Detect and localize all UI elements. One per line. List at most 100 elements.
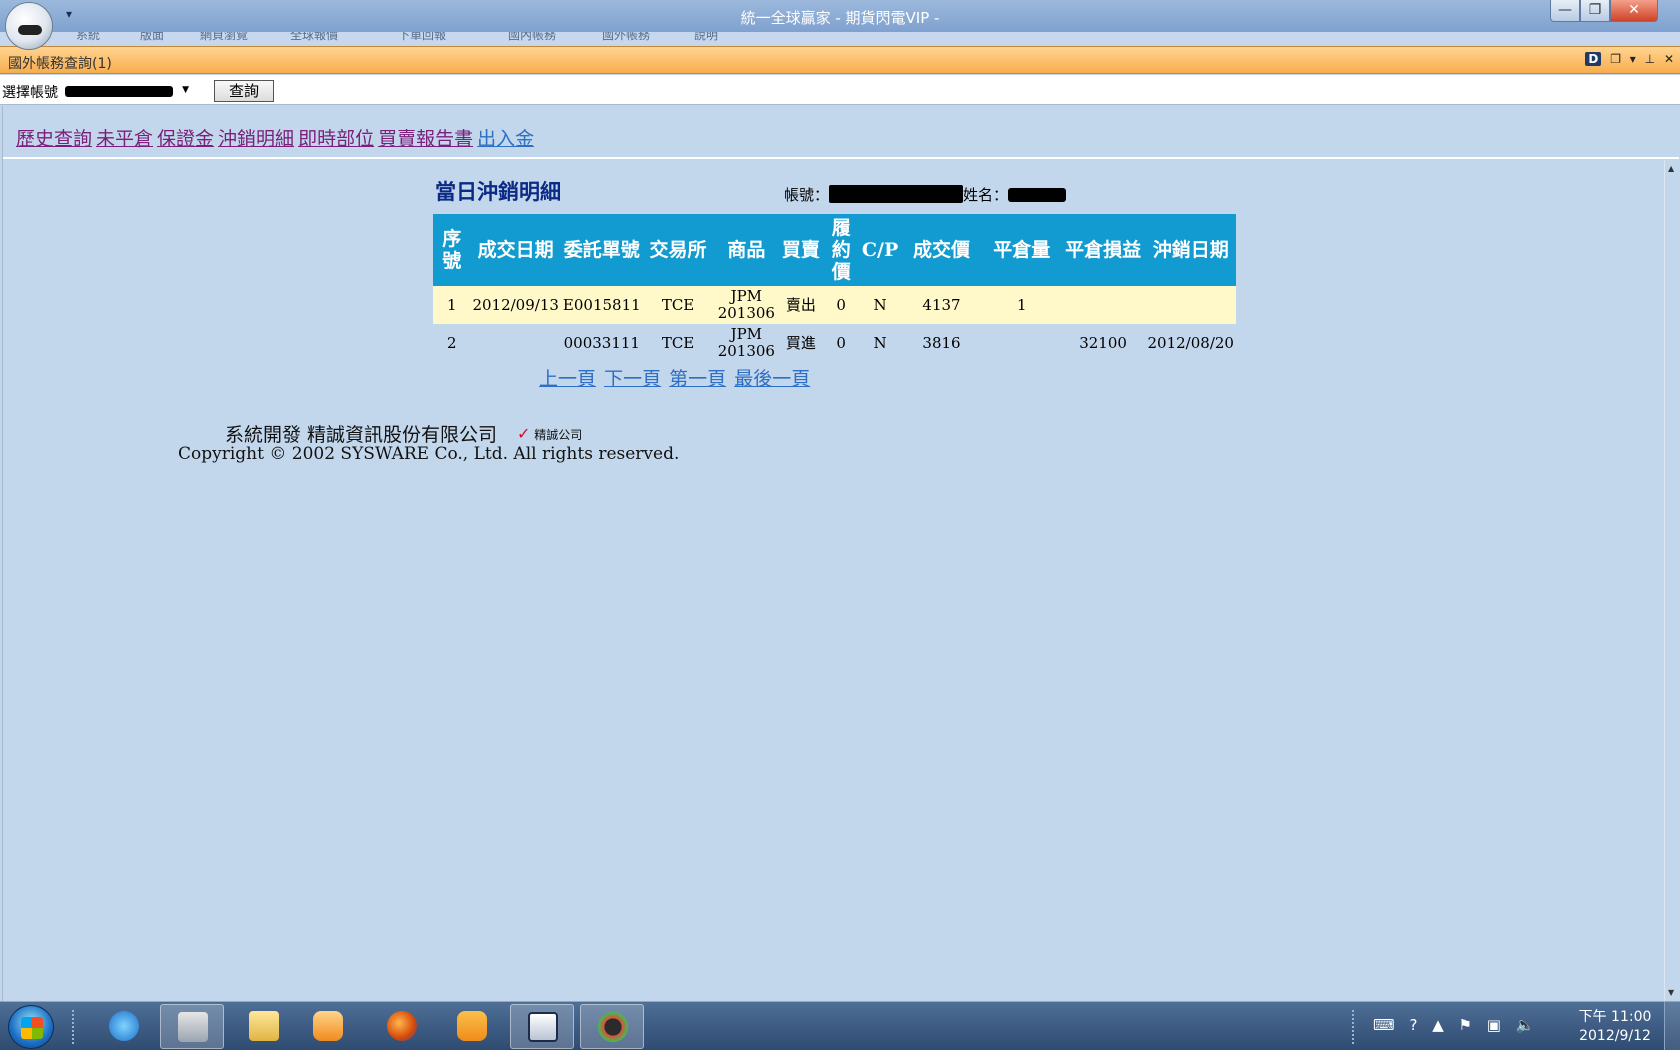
clock-time: 下午 11:00	[1578, 1009, 1652, 1025]
cell-close-qty	[983, 324, 1061, 362]
app-menu-orb-icon[interactable]	[5, 2, 53, 50]
col-header-exchange: 交易所	[642, 214, 714, 286]
nav-deposit-withdraw-link[interactable]: 出入金	[477, 128, 534, 150]
chat-app-icon	[457, 1011, 487, 1041]
scroll-down-icon[interactable]: ▼	[1668, 988, 1674, 997]
taskbar: ⌨ ? ▲ ⚑ ▣ 🔈 下午 11:00 2012/9/12	[0, 1001, 1680, 1050]
cell-order-no: E0015811	[560, 286, 643, 324]
windows-logo-icon	[21, 1017, 43, 1039]
ribbon-tab-domestic-account[interactable]: 國內帳務	[508, 32, 556, 43]
footer-developer: 系統開發 精誠資訊股份有限公司	[225, 424, 498, 446]
cell-cp: N	[873, 333, 887, 352]
quick-access-dropdown-icon[interactable]: ▾	[66, 7, 72, 21]
nav-realtime-position-link[interactable]: 即時部位	[298, 128, 374, 150]
taskbar-chat-app[interactable]	[440, 1004, 504, 1049]
col-header-price: 成交價	[900, 214, 983, 286]
dock-icon[interactable]: D	[1585, 52, 1602, 66]
col-header-seq: 序號	[433, 214, 471, 286]
network-icon[interactable]: ▣	[1487, 1016, 1501, 1034]
taskbar-indicator-app[interactable]	[580, 1004, 644, 1049]
pin-icon[interactable]: ⊥	[1645, 52, 1655, 66]
start-button[interactable]	[8, 1005, 54, 1049]
account-select-label: 選擇帳號	[2, 85, 58, 101]
col-header-order-no: 委託單號	[560, 214, 643, 286]
cell-pnl	[1060, 286, 1146, 324]
cell-buy-sell: 買進	[785, 333, 816, 352]
query-button[interactable]: 查詢	[214, 80, 274, 102]
taskbar-vip-app[interactable]	[510, 1004, 574, 1049]
taskbar-ie[interactable]	[92, 1004, 156, 1049]
taskbar-media-player[interactable]	[296, 1004, 360, 1049]
cell-strike: 0	[822, 286, 860, 324]
account-label: 帳號：	[784, 186, 830, 204]
minimize-button[interactable]: —	[1550, 0, 1580, 22]
folder-icon	[249, 1011, 279, 1041]
float-window-icon[interactable]: ❐	[1610, 52, 1621, 66]
table-row: 1 2012/09/13 E0015811 TCE JPM 201306 賣出 …	[433, 286, 1236, 324]
redacted-account	[65, 86, 173, 97]
nav-margin-link[interactable]: 保證金	[157, 128, 214, 150]
content-frame: 歷史查詢 未平倉 保證金 沖銷明細 即時部位 買賣報告書 出入金 ▲ ▼ 當日沖銷明細 帳號…	[2, 106, 1679, 1001]
nav-history-link[interactable]: 歷史查詢	[16, 128, 92, 150]
taskbar-clock[interactable]: 下午 11:00 2012/9/12	[1572, 1008, 1658, 1046]
tray-expand-icon[interactable]: ▲	[1432, 1016, 1444, 1034]
panel-close-icon[interactable]: ✕	[1664, 52, 1674, 66]
pager-first-link[interactable]: 第一頁	[669, 368, 726, 390]
ribbon-tab-foreign-account[interactable]: 國外帳務	[602, 32, 650, 43]
vertical-scrollbar[interactable]: ▲ ▼	[1664, 160, 1679, 1001]
window-title: 統一全球贏家 - 期貨閃電VIP -	[740, 9, 940, 27]
pager-next-link[interactable]: 下一頁	[604, 368, 661, 390]
keyboard-icon[interactable]: ⌨	[1373, 1016, 1395, 1034]
close-button[interactable]: ✕	[1610, 0, 1658, 22]
action-center-flag-icon[interactable]: ⚑	[1459, 1016, 1472, 1034]
ribbon-tab-layout[interactable]: 版面	[140, 32, 164, 43]
taskbar-firefox[interactable]	[370, 1004, 434, 1049]
nav-offset-detail-link[interactable]: 沖銷明細	[218, 128, 294, 150]
ribbon-tab-quotes[interactable]: 全球報價	[290, 32, 338, 43]
cell-order-no: 00033111	[563, 333, 640, 352]
cell-exchange: TCE	[642, 286, 714, 324]
ribbon-tab-browse[interactable]: 網頁瀏覽	[200, 32, 248, 43]
cell-trade-date	[470, 324, 560, 362]
cell-offset-date: 2012/08/20	[1147, 333, 1234, 352]
nav-trade-report-link[interactable]: 買賣報告書	[378, 128, 473, 150]
name-label: 姓名：	[963, 186, 1009, 204]
show-desktop-button[interactable]	[1664, 1002, 1680, 1050]
section-title: 當日沖銷明細	[435, 179, 561, 204]
panel-title: 國外帳務查詢(1)	[8, 56, 112, 72]
col-header-pnl: 平倉損益	[1060, 214, 1146, 286]
redacted-name	[1008, 188, 1067, 202]
nav-open-positions-link[interactable]: 未平倉	[96, 128, 153, 150]
taskbar-grip	[72, 1010, 78, 1044]
cell-seq: 1	[433, 286, 471, 324]
col-header-close-qty: 平倉量	[982, 214, 1061, 286]
ribbon-tab-orders[interactable]: 下單回報	[398, 32, 446, 43]
account-info: 帳號： 姓名：	[784, 184, 1067, 205]
account-select-dropdown[interactable]: ▼	[62, 80, 194, 100]
taskbar-explorer[interactable]	[232, 1004, 296, 1049]
clock-date: 2012/9/12	[1579, 1028, 1651, 1044]
cell-price: 4137	[900, 286, 983, 324]
chevron-down-icon: ▼	[182, 85, 189, 95]
sysware-logo-icon: ✓	[517, 424, 531, 443]
ribbon-tab-help[interactable]: 說明	[694, 32, 718, 43]
ribbon-tab-system[interactable]: 系統	[76, 32, 100, 43]
col-header-cp: C/P	[859, 214, 901, 286]
pager-prev-link[interactable]: 上一頁	[539, 368, 596, 390]
scroll-up-icon[interactable]: ▲	[1668, 164, 1674, 173]
sysware-logo-text: 精誠公司	[534, 428, 583, 442]
cell-seq: 2	[446, 333, 457, 352]
cell-price: 3816	[922, 333, 961, 352]
cell-product: JPM 201306	[717, 325, 775, 360]
media-player-icon	[313, 1011, 343, 1041]
sysware-logo: ✓ 精誠公司	[517, 424, 582, 443]
help-icon[interactable]: ?	[1409, 1016, 1417, 1034]
taskbar-calculator[interactable]	[160, 1004, 224, 1049]
volume-icon[interactable]: 🔈	[1516, 1016, 1535, 1034]
nav-divider	[3, 157, 1679, 159]
vip-app-icon	[528, 1012, 558, 1042]
dropdown-arrow-icon[interactable]: ▾	[1630, 52, 1636, 66]
redacted-account-number	[829, 185, 964, 203]
pager-last-link[interactable]: 最後一頁	[734, 368, 810, 390]
maximize-button[interactable]: ❐	[1580, 0, 1610, 22]
